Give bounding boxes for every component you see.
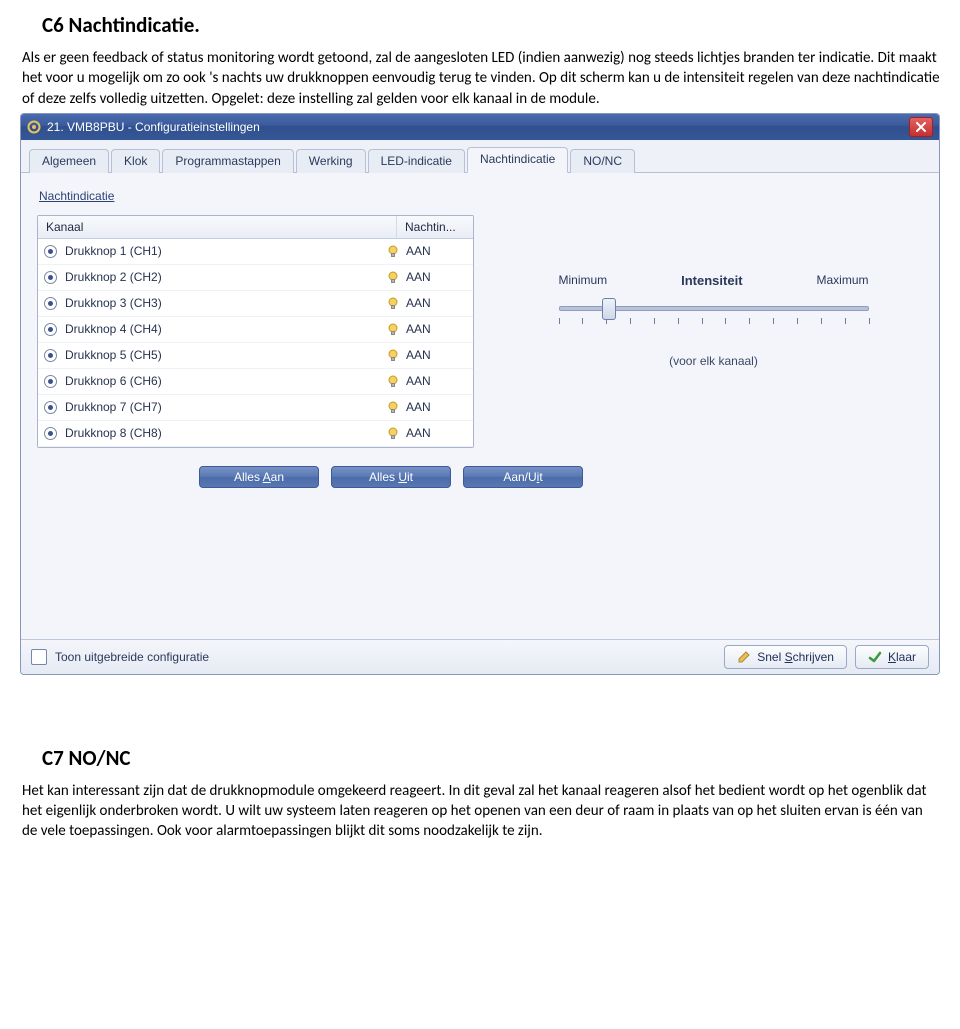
radio-icon[interactable]	[44, 297, 57, 310]
tab-werking[interactable]: Werking	[296, 149, 366, 173]
intensity-panel: Minimum Intensiteit Maximum (voor elk ka…	[504, 215, 923, 448]
kanaal-name: Drukknop 1 (CH1)	[65, 244, 162, 258]
status-value: AAN	[406, 296, 431, 310]
kanaal-name: Drukknop 8 (CH8)	[65, 426, 162, 440]
tab-klok[interactable]: Klok	[111, 149, 160, 173]
toon-uitgebreide-label[interactable]: Toon uitgebreide configuratie	[55, 650, 209, 664]
slider-max-label: Maximum	[816, 273, 868, 288]
write-icon	[737, 650, 751, 664]
radio-icon[interactable]	[44, 427, 57, 440]
tab-no-nc[interactable]: NO/NC	[570, 149, 635, 173]
radio-icon[interactable]	[44, 323, 57, 336]
table-row[interactable]: Drukknop 2 (CH2) AAN	[38, 265, 473, 291]
status-value: AAN	[406, 426, 431, 440]
bulb-icon	[386, 244, 400, 258]
bulb-icon	[386, 322, 400, 336]
tab-bar: AlgemeenKlokProgrammastappenWerkingLED-i…	[21, 140, 939, 173]
table-row[interactable]: Drukknop 3 (CH3) AAN	[38, 291, 473, 317]
close-button[interactable]	[909, 117, 933, 137]
bulb-icon	[386, 374, 400, 388]
gear-icon	[27, 120, 41, 134]
doc-para-c7: Het kan interessant zijn dat de drukknop…	[22, 781, 940, 842]
kanaal-name: Drukknop 3 (CH3)	[65, 296, 162, 310]
th-nachtin[interactable]: Nachtin...	[397, 216, 483, 238]
kanaal-name: Drukknop 6 (CH6)	[65, 374, 162, 388]
radio-icon[interactable]	[44, 349, 57, 362]
radio-icon[interactable]	[44, 245, 57, 258]
action-row: Alles Aan Alles Uit Aan/Uit	[199, 466, 923, 488]
slider-thumb[interactable]	[602, 298, 616, 320]
table-row[interactable]: Drukknop 7 (CH7) AAN	[38, 395, 473, 421]
slider-min-label: Minimum	[559, 273, 608, 288]
table-row[interactable]: Drukknop 5 (CH5) AAN	[38, 343, 473, 369]
doc-heading-c7: C7 NO/NC	[42, 745, 940, 771]
status-value: AAN	[406, 244, 431, 258]
kanaal-name: Drukknop 7 (CH7)	[65, 400, 162, 414]
slider-caption: (voor elk kanaal)	[669, 354, 758, 368]
intensity-slider[interactable]	[559, 298, 869, 332]
radio-icon[interactable]	[44, 401, 57, 414]
status-value: AAN	[406, 400, 431, 414]
section-label: Nachtindicatie	[39, 189, 923, 203]
tab-nachtindicatie[interactable]: Nachtindicatie	[467, 147, 568, 173]
table-row[interactable]: Drukknop 6 (CH6) AAN	[38, 369, 473, 395]
tab-programmastappen[interactable]: Programmastappen	[162, 149, 293, 173]
radio-icon[interactable]	[44, 375, 57, 388]
status-value: AAN	[406, 374, 431, 388]
aan-uit-button[interactable]: Aan/Uit	[463, 466, 583, 488]
config-window: 21. VMB8PBU - Configuratieinstellingen A…	[20, 113, 940, 675]
window-footer: Toon uitgebreide configuratie Snel Schri…	[21, 639, 939, 674]
check-icon	[868, 650, 882, 664]
slider-mid-label: Intensiteit	[681, 273, 742, 288]
alles-uit-button[interactable]: Alles Uit	[331, 466, 451, 488]
status-value: AAN	[406, 348, 431, 362]
table-row[interactable]: Drukknop 8 (CH8) AAN	[38, 421, 473, 447]
titlebar[interactable]: 21. VMB8PBU - Configuratieinstellingen	[21, 114, 939, 140]
doc-heading-c6: C6 Nachtindicatie.	[42, 12, 940, 38]
toon-uitgebreide-checkbox[interactable]	[31, 649, 47, 665]
tab-content-nachtindicatie: Nachtindicatie Kanaal Nachtin... Drukkno…	[21, 173, 939, 639]
alles-aan-button[interactable]: Alles Aan	[199, 466, 319, 488]
bulb-icon	[386, 348, 400, 362]
table-row[interactable]: Drukknop 1 (CH1) AAN	[38, 239, 473, 265]
kanaal-name: Drukknop 4 (CH4)	[65, 322, 162, 336]
snel-schrijven-button[interactable]: Snel Schrijven	[724, 645, 847, 669]
tab-algemeen[interactable]: Algemeen	[29, 149, 109, 173]
status-value: AAN	[406, 322, 431, 336]
tab-led-indicatie[interactable]: LED-indicatie	[368, 149, 465, 173]
th-kanaal[interactable]: Kanaal	[38, 216, 397, 238]
kanaal-name: Drukknop 5 (CH5)	[65, 348, 162, 362]
kanaal-name: Drukknop 2 (CH2)	[65, 270, 162, 284]
status-value: AAN	[406, 270, 431, 284]
bulb-icon	[386, 426, 400, 440]
doc-para-c6: Als er geen feedback of status monitorin…	[22, 48, 940, 109]
bulb-icon	[386, 400, 400, 414]
radio-icon[interactable]	[44, 271, 57, 284]
bulb-icon	[386, 296, 400, 310]
klaar-button[interactable]: Klaar	[855, 645, 929, 669]
channels-table: Kanaal Nachtin... Drukknop 1 (CH1)AANDru…	[37, 215, 474, 448]
table-row[interactable]: Drukknop 4 (CH4) AAN	[38, 317, 473, 343]
window-title: 21. VMB8PBU - Configuratieinstellingen	[47, 120, 909, 134]
bulb-icon	[386, 270, 400, 284]
